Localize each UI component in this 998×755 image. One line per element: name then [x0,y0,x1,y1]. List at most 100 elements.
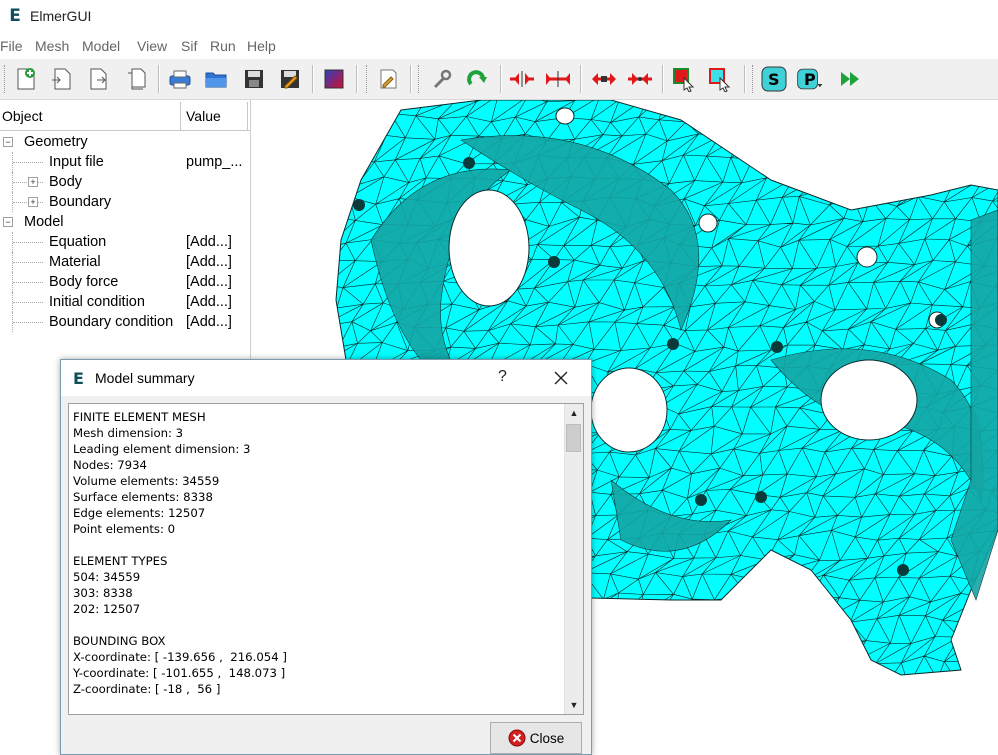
scrollbar-thumb[interactable] [566,424,581,452]
menu-mesh[interactable]: Mesh [35,38,69,54]
elmer-logo-icon: E [9,6,21,26]
tree-connector [13,262,43,263]
menu-sif[interactable]: Sif [181,38,197,54]
tree-item-body[interactable]: + Body [0,172,248,192]
close-button[interactable]: Close [490,722,582,754]
collapse-icon[interactable] [626,65,654,93]
toolbar-grip[interactable] [366,65,370,93]
tree-item-label: Equation [49,234,107,250]
mesh-refinement-spot [667,338,679,350]
tree-item-label: Body force [49,274,119,290]
model-summary-dialog: E Model summary ? FINITE ELEMENT MESH Me… [60,359,592,755]
solver-label: S [768,70,780,89]
elmer-logo-icon: E [73,369,84,388]
help-button[interactable]: ? [498,368,507,386]
bolt-hole [856,246,878,268]
scroll-up-icon[interactable]: ▲ [565,404,583,422]
mesh-refinement-spot [463,157,475,169]
scroll-down-icon[interactable]: ▼ [565,696,583,714]
mesh-refinement-spot [771,341,783,353]
menu-model[interactable]: Model [82,38,120,54]
expand-icon[interactable]: + [28,197,38,207]
save-icon[interactable] [240,65,268,93]
mesh-refinement-spot [548,256,560,268]
copy-icon[interactable] [122,65,150,93]
palette-icon[interactable] [320,65,348,93]
mesh-refinement-spot [755,491,767,503]
tree-item-label: Boundary condition [49,314,174,330]
toolbar-separator [356,65,358,93]
tree-item-model[interactable]: − Model [0,212,248,232]
menu-file[interactable]: File [0,38,23,54]
tree-item-boundary-condition[interactable]: Boundary condition [Add...] [0,312,248,332]
menu-help[interactable]: Help [247,38,276,54]
tree-item-boundary[interactable]: + Boundary [0,192,248,212]
tree-item-label: Boundary [49,194,112,210]
summary-text: FINITE ELEMENT MESH Mesh dimension: 3 Le… [73,410,287,696]
open-icon[interactable] [48,65,76,93]
divide-icon[interactable] [544,65,572,93]
tree-item-value[interactable]: [Add...] [186,272,232,292]
tree-item-input-file[interactable]: Input file pump_... [0,152,248,172]
tree-item-geometry[interactable]: − Geometry [0,132,248,152]
toolbar-grip[interactable] [4,65,8,93]
postprocessor-label: P [804,70,816,89]
tree-connector [13,162,43,163]
bolt-hole [555,107,575,125]
print-icon[interactable] [166,65,194,93]
toolbar-grip[interactable] [752,65,756,93]
solver-button[interactable]: S [760,65,788,93]
new-project-icon[interactable] [12,65,40,93]
toolbar-separator [500,65,502,93]
menu-run[interactable]: Run [210,38,236,54]
close-icon[interactable] [545,364,577,392]
mesh-refinement-spot [695,494,707,506]
tree-item-value[interactable]: [Add...] [186,312,232,332]
tree-item-value[interactable]: [Add...] [186,252,232,272]
tree-item-value[interactable]: pump_... [186,152,242,172]
vertical-scrollbar[interactable]: ▲ ▼ [564,404,583,714]
toolbar-separator [744,65,746,93]
tree-item-initial-condition[interactable]: Initial condition [Add...] [0,292,248,312]
unify-icon[interactable] [508,65,536,93]
redo-icon[interactable] [464,65,492,93]
tree-item-value[interactable]: [Add...] [186,232,232,252]
toolbar-separator [312,65,314,93]
toolbar-separator [410,65,412,93]
settings-wrench-icon[interactable] [428,65,456,93]
close-button-label: Close [529,730,565,746]
expand-icon[interactable]: + [28,177,38,187]
tree-item-equation[interactable]: Equation [Add...] [0,232,248,252]
tree-connector [13,282,43,283]
tree-item-material[interactable]: Material [Add...] [0,252,248,272]
dialog-titlebar[interactable]: E Model summary ? [61,360,591,396]
edit-sif-icon[interactable] [374,65,402,93]
bore-right [820,359,918,441]
tree-connector [13,242,43,243]
postprocessor-button[interactable]: P [796,65,824,93]
column-header-value[interactable]: Value [182,102,248,130]
tree-item-label: Body [49,174,83,190]
tree-header: Object Value [0,102,250,131]
select-red-icon[interactable] [670,65,698,93]
collapse-icon[interactable]: − [3,217,13,227]
tree-item-label: Geometry [24,134,88,150]
select-cyan-icon[interactable] [706,65,734,93]
collapse-icon[interactable]: − [3,137,13,147]
menu-view[interactable]: View [137,38,167,54]
column-header-object[interactable]: Object [0,102,181,130]
summary-text-area[interactable]: FINITE ELEMENT MESH Mesh dimension: 3 Le… [68,403,584,715]
tree-item-value[interactable]: [Add...] [186,292,232,312]
open-folder-icon[interactable] [202,65,230,93]
mesh-refinement-spot [897,564,909,576]
tree-connector [13,302,43,303]
save-edit-icon[interactable] [276,65,304,93]
bore-left [448,189,530,307]
tree-item-label: Initial condition [49,294,145,310]
toolbar-grip[interactable] [418,65,422,93]
expand-icon[interactable] [590,65,618,93]
tree-item-body-force[interactable]: Body force [Add...] [0,272,248,292]
run-fast-forward-icon[interactable] [836,65,864,93]
save-as-icon[interactable] [84,65,112,93]
window-titlebar: E ElmerGUI [0,0,998,34]
